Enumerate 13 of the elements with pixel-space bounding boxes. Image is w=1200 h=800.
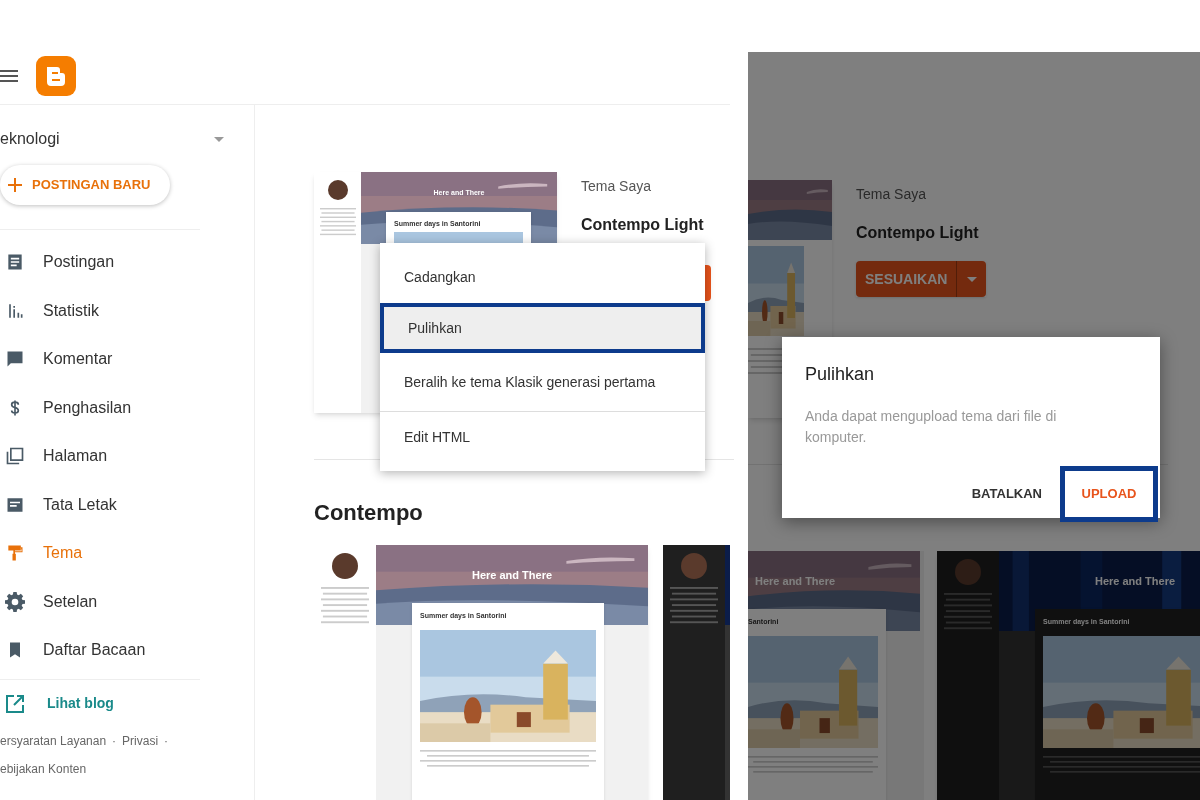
section-title: Contempo <box>314 499 424 527</box>
blog-name: eknologi <box>0 129 60 149</box>
separator-dot: · <box>164 732 169 750</box>
theme-name: Contempo Light <box>856 223 980 243</box>
section-label: Tema Saya <box>856 185 928 204</box>
section-label: Tema Saya <box>581 177 653 196</box>
blog-title: Here and There <box>470 568 554 583</box>
separator-dot: · <box>112 732 117 750</box>
theme-name: Contempo Light <box>581 215 705 235</box>
dialog-message: Anda dapat mengupload tema dari file di komputer. <box>805 407 1058 447</box>
blog-title: Here and There <box>755 574 836 589</box>
blog-title: Here and There <box>1093 574 1177 589</box>
dialog-title: Pulihkan <box>805 363 876 386</box>
